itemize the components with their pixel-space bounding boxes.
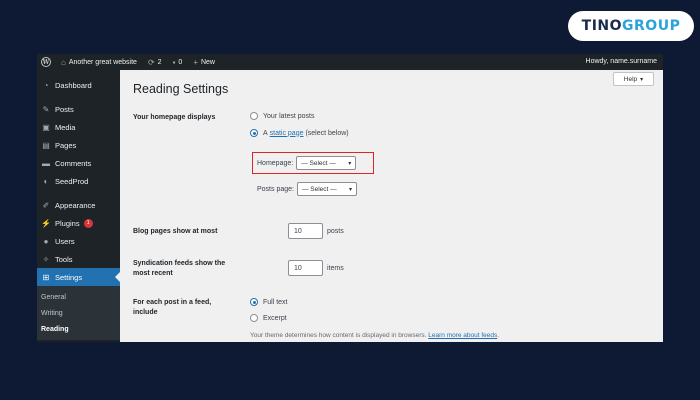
submenu-writing[interactable]: Writing xyxy=(37,305,120,321)
homepage-select-row: Homepage: — Select — ▾ xyxy=(257,156,357,170)
sidebar-item-media[interactable]: ▣ Media xyxy=(37,118,120,136)
pages-icon: ▤ xyxy=(42,140,50,150)
settings-submenu: General Writing Reading xyxy=(37,286,120,340)
site-name-link[interactable]: ⌂ Another great website xyxy=(61,58,137,67)
wrench-icon: ✧ xyxy=(42,254,50,264)
plus-icon: + xyxy=(193,57,198,67)
syndication-label: Syndication feeds show the most recent xyxy=(133,260,226,277)
admin-sidebar: ◔ Dashboard ✎ Posts ▣ Media ▤ Pages ▬ Comment… xyxy=(37,70,120,342)
new-content-link[interactable]: + New xyxy=(193,58,215,67)
page-title: Reading Settings xyxy=(133,82,229,96)
comment-icon: ▪ xyxy=(172,57,176,67)
user-account-link[interactable]: Howdy, name.surname xyxy=(586,58,657,65)
excerpt-radio[interactable] xyxy=(250,314,258,322)
chevron-down-icon: ▾ xyxy=(348,186,352,193)
chevron-down-icon: ▾ xyxy=(348,160,352,167)
sidebar-item-settings[interactable]: ⊞ Settings xyxy=(37,268,120,286)
syndication-input[interactable]: 10 xyxy=(288,260,323,276)
help-button[interactable]: Help ▾ xyxy=(613,72,654,86)
sidebar-item-plugins[interactable]: ⚡ Plugins 1 xyxy=(37,214,120,232)
wordpress-admin-screenshot: W ⌂ Another great website ⟳ 2 ▪ 0 + New Howd… xyxy=(37,54,663,342)
comment-icon: ▬ xyxy=(42,158,50,168)
static-page-option[interactable]: A static page (select below) xyxy=(250,129,349,137)
sidebar-item-seedprod[interactable]: ◐ SeedProd xyxy=(37,172,120,190)
brush-icon: ✐ xyxy=(42,200,50,210)
users-icon: ● xyxy=(43,236,49,246)
latest-posts-option[interactable]: Your latest posts xyxy=(250,112,315,120)
chevron-down-icon: ▾ xyxy=(640,76,644,83)
homepage-displays-label: Your homepage displays xyxy=(133,114,216,121)
submenu-reading[interactable]: Reading xyxy=(37,321,120,337)
static-page-link[interactable]: static page xyxy=(270,130,304,137)
syndication-row: 10 items xyxy=(288,260,344,276)
media-icon: ▣ xyxy=(42,122,50,132)
static-page-radio[interactable] xyxy=(250,129,258,137)
settings-icon: ⊞ xyxy=(42,272,50,282)
pin-icon: ✎ xyxy=(42,104,50,114)
full-text-option[interactable]: Full text xyxy=(250,298,288,306)
feed-include-label: For each post in a feed, include xyxy=(133,299,212,316)
excerpt-option[interactable]: Excerpt xyxy=(250,314,287,322)
admin-bar: W ⌂ Another great website ⟳ 2 ▪ 0 + New Howd… xyxy=(37,54,663,70)
feeds-description: Your theme determines how content is dis… xyxy=(250,332,500,339)
latest-posts-radio[interactable] xyxy=(250,112,258,120)
refresh-icon: ⟳ xyxy=(147,57,155,67)
homepage-select[interactable]: — Select — ▾ xyxy=(296,156,357,170)
sidebar-item-tools[interactable]: ✧ Tools xyxy=(37,250,120,268)
updates-link[interactable]: ⟳ 2 xyxy=(148,58,162,67)
sidebar-item-dashboard[interactable]: ◔ Dashboard xyxy=(37,76,120,94)
sidebar-item-pages[interactable]: ▤ Pages xyxy=(37,136,120,154)
home-icon: ⌂ xyxy=(61,57,66,67)
sidebar-item-appearance[interactable]: ✐ Appearance xyxy=(37,196,120,214)
sidebar-item-users[interactable]: ● Users xyxy=(37,232,120,250)
plugins-update-badge: 1 xyxy=(83,218,93,228)
learn-more-feeds-link[interactable]: Learn more about feeds xyxy=(428,332,497,339)
wordpress-logo-icon[interactable]: W xyxy=(41,57,51,67)
posts-page-select-row: Posts page: — Select — ▾ xyxy=(257,182,357,196)
sidebar-item-comments[interactable]: ▬ Comments xyxy=(37,154,120,172)
dashboard-icon: ◔ xyxy=(43,80,49,90)
tinogroup-logo: TINO GROUP xyxy=(568,11,694,41)
full-text-radio[interactable] xyxy=(250,298,258,306)
blog-pages-input[interactable]: 10 xyxy=(288,223,323,239)
main-content: Reading Settings Your homepage displays … xyxy=(120,70,663,342)
comments-link[interactable]: ▪ 0 xyxy=(173,58,183,67)
plugin-icon: ⚡ xyxy=(41,218,51,228)
sidebar-item-posts[interactable]: ✎ Posts xyxy=(37,100,120,118)
posts-page-select[interactable]: — Select — ▾ xyxy=(296,182,357,196)
blog-pages-label: Blog pages show at most xyxy=(133,228,218,235)
submenu-general[interactable]: General xyxy=(37,289,120,305)
seedprod-icon: ◐ xyxy=(43,176,49,186)
blog-pages-row: 10 posts xyxy=(288,223,344,239)
